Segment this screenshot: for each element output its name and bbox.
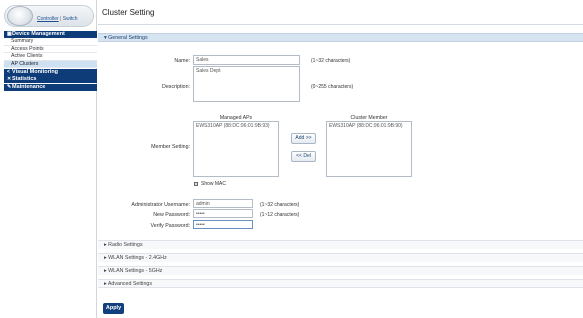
new-password-label: New Password:: [153, 212, 190, 218]
section-wlan-5ghz[interactable]: ▸ WLAN Settings - 5GHz: [98, 266, 583, 275]
sidebar-item-active-clients[interactable]: Active Clients: [4, 53, 97, 61]
link-separator: |: [60, 16, 62, 22]
description-textarea[interactable]: Sales Dept: [193, 66, 300, 102]
main-content: Cluster Setting ▾ General Settings Name:…: [98, 0, 583, 318]
new-password-hint: (1~12 characters): [260, 212, 300, 218]
section-general-settings[interactable]: ▾ General Settings: [98, 33, 583, 42]
verify-password-input[interactable]: •••••: [193, 220, 253, 229]
section-wlan-24-label: WLAN Settings - 2.4GHz: [108, 255, 167, 261]
sidebar-item-access-points[interactable]: Access Points: [4, 45, 97, 53]
member-setting-label: Member Setting:: [151, 144, 190, 150]
managed-aps-list[interactable]: EWS310AP (88:DC:96:01:9B:93): [193, 121, 279, 177]
del-button[interactable]: << Del: [291, 151, 316, 162]
add-button[interactable]: Add >>: [291, 133, 316, 144]
title-divider: [98, 24, 583, 25]
show-mac-checkbox[interactable]: [194, 182, 198, 186]
cluster-member-list[interactable]: EWS310AP (88:DC:96:01:9B:90): [326, 121, 412, 177]
show-mac-label: Show MAC: [201, 181, 227, 187]
mode-links: Controller | Switch: [37, 16, 78, 22]
section-radio-settings[interactable]: ▸ Radio Settings: [98, 240, 583, 249]
controller-switch-header: Controller | Switch: [4, 5, 94, 27]
section-wlan-24ghz[interactable]: ▸ WLAN Settings - 2.4GHz: [98, 253, 583, 262]
page-title: Cluster Setting: [102, 8, 155, 17]
nav-visual-monitoring-label: Visual Monitoring: [12, 68, 59, 75]
cluster-member-item[interactable]: EWS310AP (88:DC:96:01:9B:90): [329, 123, 409, 129]
section-advanced-label: Advanced Settings: [107, 281, 153, 287]
sidebar-item-ap-clusters[interactable]: AP Clusters: [4, 60, 97, 68]
nav-maintenance-label: Maintenance: [12, 83, 46, 90]
new-password-input[interactable]: •••••: [193, 209, 253, 218]
nav-device-management[interactable]: ▦Device Management: [4, 31, 97, 38]
apply-button[interactable]: Apply: [103, 303, 124, 314]
managed-ap-item[interactable]: EWS310AP (88:DC:96:01:9B:93): [196, 123, 276, 129]
section-general-label: General Settings: [108, 35, 148, 41]
nav-device-management-label: Device Management: [12, 31, 65, 37]
section-radio-label: Radio Settings: [108, 242, 143, 248]
sidebar: Controller | Switch ▦Device Management S…: [0, 0, 97, 318]
name-label: Name:: [174, 58, 190, 64]
verify-password-label: Verify Password:: [150, 223, 190, 229]
section-wlan-5-label: WLAN Settings - 5GHz: [108, 268, 163, 274]
description-label: Description:: [162, 84, 190, 90]
admin-username-hint: (1~32 characters): [260, 202, 300, 208]
nav-maintenance[interactable]: ✎Maintenance: [4, 83, 97, 91]
description-hint: (0~255 characters): [311, 84, 354, 90]
switch-link[interactable]: Switch: [63, 16, 78, 22]
sidebar-item-summary[interactable]: Summary: [4, 38, 97, 46]
nav-visual-monitoring[interactable]: < Visual Monitoring: [4, 68, 97, 76]
name-hint: (1~32 characters): [311, 58, 351, 64]
admin-username-input[interactable]: admin: [193, 199, 253, 208]
controller-link[interactable]: Controller: [37, 16, 59, 22]
nav-statistics[interactable]: ✕Statistics: [4, 76, 97, 83]
admin-username-label: Administrator Username:: [131, 202, 190, 208]
name-input[interactable]: Sales: [193, 55, 300, 65]
nav-statistics-label: Statistics: [12, 76, 37, 82]
section-advanced-settings[interactable]: ▸ Advanced Settings: [98, 279, 583, 288]
logo-icon: [7, 6, 33, 26]
